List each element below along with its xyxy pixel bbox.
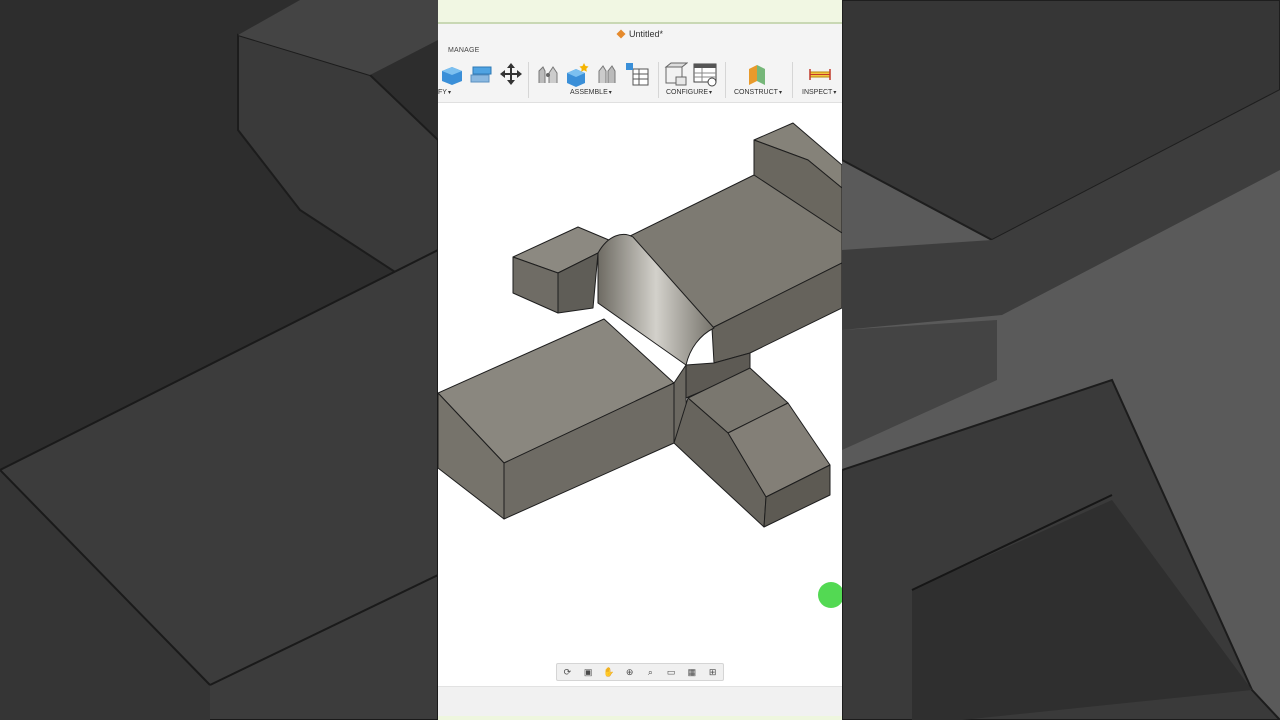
viewports-icon[interactable]: ⊞ — [705, 666, 721, 678]
zoom-icon[interactable]: ⊕ — [622, 666, 638, 678]
configure-cube-icon[interactable] — [662, 61, 689, 87]
chevron-down-icon: ▾ — [778, 90, 782, 96]
model-render — [438, 122, 842, 528]
toolbar-divider — [725, 62, 726, 98]
timeline-bar — [438, 686, 842, 717]
tab-manage[interactable]: MANAGE — [448, 47, 480, 54]
chevron-down-icon: ▾ — [833, 90, 837, 96]
as-built-joint-icon[interactable] — [594, 61, 620, 87]
group-configure[interactable]: CONFIGURE▾ — [666, 89, 712, 96]
document-title-bar: Untitled* — [438, 24, 842, 44]
background-right — [842, 0, 1280, 720]
look-at-icon[interactable]: ▣ — [580, 666, 596, 678]
group-configure-label: CONFIGURE — [666, 89, 708, 96]
top-strip — [438, 0, 842, 24]
orbit-icon[interactable]: ⟳ — [559, 666, 575, 678]
background-left — [0, 0, 438, 720]
group-construct-label: CONSTRUCT — [734, 89, 778, 96]
group-modify-label: FY — [438, 89, 447, 96]
bill-of-materials-icon[interactable] — [624, 61, 650, 87]
navigation-bar: ⟳ ▣ ✋ ⊕ ⌕ ▭ ▦ ⊞ — [556, 663, 724, 681]
joint-icon[interactable] — [535, 61, 561, 87]
fusion-app-window: Untitled* MANAGE FY▾ ASSEMBLE▾ CONFIGURE… — [438, 0, 842, 720]
fit-icon[interactable]: ⌕ — [642, 666, 658, 678]
pan-icon[interactable]: ✋ — [601, 666, 617, 678]
group-assemble[interactable]: ASSEMBLE▾ — [570, 89, 612, 96]
document-icon — [616, 29, 626, 39]
grid-icon[interactable]: ▦ — [684, 666, 700, 678]
chevron-down-icon: ▾ — [608, 90, 612, 96]
cursor-highlight — [818, 582, 842, 608]
measure-icon[interactable] — [807, 61, 833, 87]
toolbar-divider — [658, 62, 659, 98]
combine-tool-icon[interactable] — [468, 61, 494, 87]
toolbar-divider — [528, 62, 529, 98]
new-component-icon[interactable] — [564, 61, 590, 87]
move-tool-icon[interactable] — [498, 61, 524, 87]
group-inspect-label: INSPECT — [802, 89, 833, 96]
group-construct[interactable]: CONSTRUCT▾ — [734, 89, 782, 96]
toolbar-divider — [792, 62, 793, 98]
chevron-down-icon: ▾ — [447, 90, 451, 96]
configure-table-icon[interactable] — [692, 61, 718, 87]
document-title: Untitled* — [628, 29, 664, 39]
ribbon-toolbar: MANAGE FY▾ ASSEMBLE▾ CONFIGURE▾ CONSTRUC… — [438, 44, 842, 103]
group-inspect[interactable]: INSPECT▾ — [802, 89, 836, 96]
display-settings-icon[interactable]: ▭ — [663, 666, 679, 678]
bottom-strip — [438, 716, 842, 720]
shell-tool-icon[interactable] — [438, 61, 464, 87]
group-assemble-label: ASSEMBLE — [570, 89, 608, 96]
3d-viewport[interactable] — [438, 103, 842, 686]
construct-plane-icon[interactable] — [745, 61, 771, 87]
chevron-down-icon: ▾ — [709, 90, 713, 96]
group-modify[interactable]: FY▾ — [438, 89, 451, 96]
